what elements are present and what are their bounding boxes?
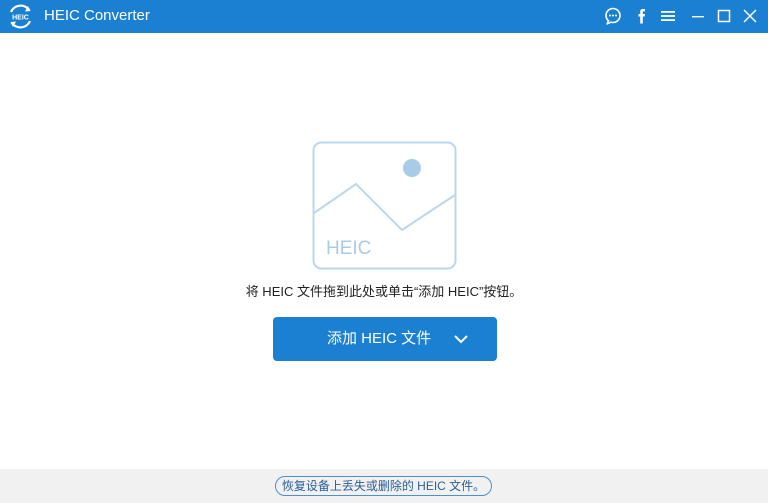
maximize-icon — [717, 9, 731, 23]
feedback-button[interactable] — [602, 5, 624, 27]
facebook-icon — [638, 9, 645, 24]
logo-text: HEIC — [12, 15, 29, 22]
title-bar: HEIC HEIC Converter — [0, 0, 768, 33]
drop-area[interactable]: HEIC 将 HEIC 文件拖到此处或单击“添加 HEIC”按钮。 添加 HEI… — [0, 33, 768, 469]
drop-hint-text: 将 HEIC 文件拖到此处或单击“添加 HEIC”按钮。 — [245, 284, 523, 299]
footer-bar: 恢复设备上丢失或删除的 HEIC 文件。 — [0, 469, 768, 503]
close-button[interactable] — [739, 5, 761, 27]
menu-button[interactable] — [657, 5, 679, 27]
feedback-icon — [605, 7, 621, 25]
add-button-label: 添加 HEIC 文件 — [327, 330, 432, 347]
heic-logo-icon: HEIC — [9, 4, 32, 29]
recover-lost-files-link[interactable]: 恢复设备上丢失或删除的 HEIC 文件。 — [275, 476, 492, 496]
menu-icon — [661, 11, 675, 21]
facebook-button[interactable] — [631, 5, 653, 27]
placeholder-label: HEIC — [326, 238, 371, 259]
app-title: HEIC Converter — [44, 7, 150, 24]
minimize-button[interactable] — [687, 5, 709, 27]
maximize-button[interactable] — [713, 5, 735, 27]
heic-placeholder-image-icon: HEIC — [312, 141, 457, 270]
close-icon — [743, 9, 757, 23]
chevron-down-icon[interactable] — [451, 329, 471, 349]
add-heic-files-button[interactable]: 添加 HEIC 文件 — [273, 317, 497, 361]
minimize-icon — [692, 16, 704, 18]
